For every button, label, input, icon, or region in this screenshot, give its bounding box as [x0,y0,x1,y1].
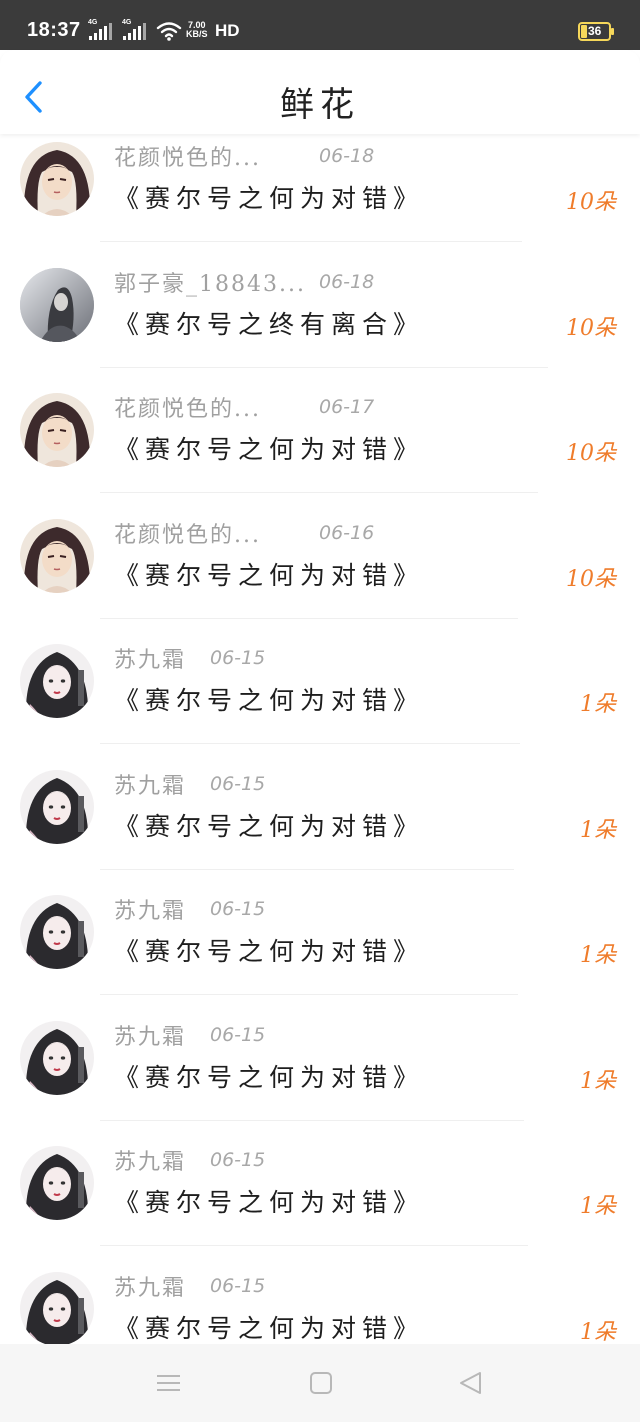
flower-count: 1朵 [580,1319,616,1345]
send-date: 06-17 [319,396,375,418]
page-title: 鲜花 [280,85,360,125]
system-nav-bar [0,1344,640,1422]
list-item[interactable]: 苏九霜 06-15 《赛尔号之何为对错》 1朵 [0,636,640,761]
work-title[interactable]: 《赛尔号之何为对错》 [114,807,424,843]
send-date: 06-15 [210,1149,266,1171]
list-item[interactable]: 苏九霜 06-15 《赛尔号之何为对错》 1朵 [0,1013,640,1138]
item-meta: 苏九霜 06-15 [114,1271,265,1301]
flower-count: 10朵 [566,441,616,466]
item-meta: 苏九霜 06-15 [114,1145,265,1175]
back-triangle-icon[interactable] [456,1368,486,1398]
work-title[interactable]: 《赛尔号之何为对错》 [114,1183,424,1219]
send-date: 06-15 [210,647,266,669]
row-divider [100,1119,524,1121]
sender-name: 苏九霜 [114,1024,187,1050]
sender-name: 花颜悦色的... [114,522,261,548]
app-screen: 18:37 4G 4G 7.00 KB/S HD 36 鲜花 花颜悦色的... … [0,0,640,1422]
speed-unit: KB/S [186,29,208,39]
list-item[interactable]: 郭子豪_18843... 06-18 《赛尔号之终有离合》 10朵 [0,260,640,385]
send-date: 06-18 [319,145,375,167]
hd-indicator: HD [215,21,240,40]
signal-label: 4G [88,19,98,26]
sender-name: 花颜悦色的... [114,146,261,171]
flower-count: 1朵 [580,817,616,843]
flower-record-list[interactable]: 花颜悦色的... 06-18 《赛尔号之何为对错》 10朵 郭子豪_18843... 06… [0,134,640,1344]
item-meta: 苏九霜 06-15 [114,643,265,673]
home-square-icon[interactable] [306,1368,336,1398]
battery-level: 36 [588,24,602,38]
status-bar: 18:37 4G 4G 7.00 KB/S HD 36 [0,0,640,50]
work-title[interactable]: 《赛尔号之终有离合》 [114,305,424,341]
sender-name: 苏九霜 [114,1275,187,1301]
avatar[interactable] [20,1020,94,1095]
avatar[interactable] [20,644,94,718]
avatar[interactable] [20,518,94,593]
work-title[interactable]: 《赛尔号之何为对错》 [114,1058,424,1094]
sender-name: 苏九霜 [114,773,187,799]
flower-count: 1朵 [580,943,616,968]
wifi-icon [156,20,182,42]
row-divider [100,366,548,368]
send-date: 06-16 [319,521,375,544]
row-divider [100,617,518,619]
item-meta: 苏九霜 06-15 [114,769,265,799]
list-item[interactable]: 花颜悦色的... 06-18 《赛尔号之何为对错》 10朵 [0,134,640,259]
row-divider [100,1245,528,1246]
network-speed: 7.00 KB/S [186,21,208,39]
list-item[interactable]: 苏九霜 06-15 《赛尔号之何为对错》 1朵 [0,762,640,887]
send-date: 06-18 [319,270,375,293]
list-item[interactable]: 花颜悦色的... 06-17 《赛尔号之何为对错》 10朵 [0,385,640,510]
item-meta: 花颜悦色的... 06-17 [114,392,374,422]
send-date: 06-15 [210,1274,266,1297]
list-item[interactable]: 苏九霜 06-15 《赛尔号之何为对错》 1朵 [0,1138,640,1263]
signal-icon-2: 4G [122,19,148,42]
sender-name: 苏九霜 [114,899,187,924]
flower-count: 1朵 [580,692,616,717]
avatar[interactable] [20,769,94,844]
status-time: 18:37 [27,19,81,41]
work-title[interactable]: 《赛尔号之何为对错》 [114,179,424,215]
row-divider [100,241,522,242]
menu-icon[interactable] [154,1368,184,1398]
flower-count: 1朵 [580,1194,616,1219]
sender-name: 苏九霜 [114,648,187,673]
flower-count: 10朵 [566,190,616,215]
work-title[interactable]: 《赛尔号之何为对错》 [114,556,424,592]
row-divider [100,492,538,493]
work-title[interactable]: 《赛尔号之何为对错》 [114,932,424,968]
row-divider [100,868,514,870]
list-item[interactable]: 苏九霜 06-15 《赛尔号之何为对错》 1朵 [0,887,640,1012]
avatar[interactable] [20,1146,94,1220]
avatar[interactable] [20,895,94,969]
item-meta: 花颜悦色的... 06-16 [114,518,374,548]
flower-count: 10朵 [566,315,616,341]
avatar[interactable] [20,1271,94,1344]
work-title[interactable]: 《赛尔号之何为对错》 [114,681,424,717]
header-bar: 鲜花 [0,50,640,134]
avatar[interactable] [20,393,94,467]
item-meta: 花颜悦色的... 06-18 [114,141,374,171]
send-date: 06-15 [210,772,266,795]
flower-count: 10朵 [566,566,616,592]
avatar[interactable] [20,267,94,342]
signal-icon: 4G [88,19,114,42]
flower-count: 1朵 [580,1068,616,1094]
avatar[interactable] [20,142,94,216]
sender-name: 郭子豪_18843... [114,271,306,297]
sender-name: 苏九霜 [114,1150,187,1175]
row-divider [100,994,518,995]
battery-icon: 36 [578,22,614,41]
item-meta: 苏九霜 06-15 [114,894,265,924]
work-title[interactable]: 《赛尔号之何为对错》 [114,430,424,466]
sender-name: 花颜悦色的... [114,397,261,422]
list-item[interactable]: 苏九霜 06-15 《赛尔号之何为对错》 1朵 [0,1264,640,1345]
send-date: 06-15 [210,1023,266,1046]
item-meta: 苏九霜 06-15 [114,1020,265,1050]
item-meta: 郭子豪_18843... 06-18 [114,267,374,297]
row-divider [100,743,520,744]
send-date: 06-15 [210,898,266,920]
list-item[interactable]: 花颜悦色的... 06-16 《赛尔号之何为对错》 10朵 [0,511,640,636]
work-title[interactable]: 《赛尔号之何为对错》 [114,1309,424,1345]
signal-label-2: 4G [122,19,132,26]
